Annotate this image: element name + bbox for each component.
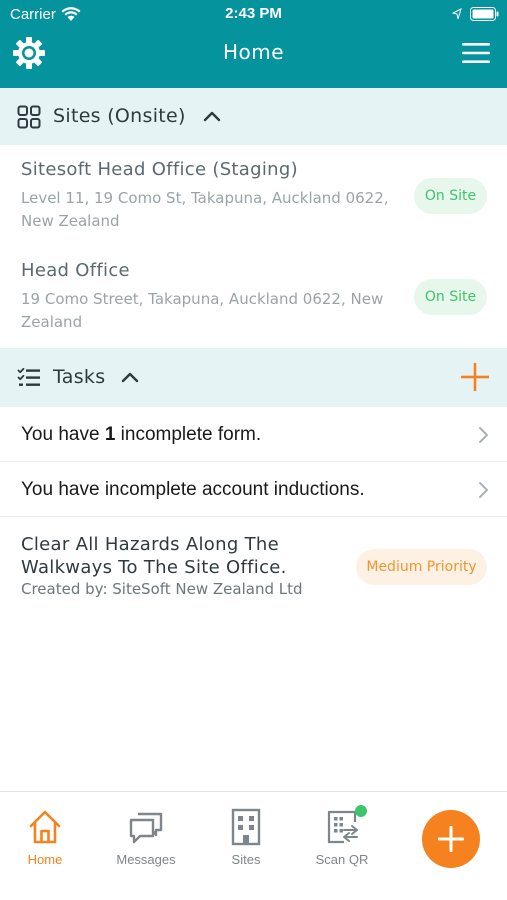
tab-label: Messages [116, 852, 176, 867]
incomplete-form-row[interactable]: You have 1 incomplete form. [0, 408, 507, 462]
tasks-section-title: Tasks [53, 366, 106, 388]
site-address: Level 11, 19 Como St, Takapuna, Auckland… [21, 189, 389, 230]
plus-icon [438, 826, 464, 852]
hazard-task-creator: Created by: SiteSoft New Zealand Ltd [21, 580, 303, 598]
site-name: Sitesoft Head Office (Staging) [21, 159, 298, 180]
site-item[interactable]: Head Office 19 Como Street, Takapuna, Au… [0, 246, 507, 346]
location-arrow-icon [452, 8, 462, 20]
on-site-badge: On Site [414, 279, 487, 315]
grid-icon [17, 105, 41, 129]
chevron-right-icon [479, 482, 488, 498]
site-address: 19 Como Street, Takapuna, Auckland 0622,… [21, 290, 384, 331]
add-fab-button[interactable] [422, 810, 480, 868]
chevron-up-icon[interactable] [203, 109, 221, 123]
qr-scan-icon [327, 810, 358, 844]
hamburger-menu-icon[interactable] [460, 40, 492, 66]
hazard-task-title: Clear All Hazards Along The Walkways To … [21, 534, 287, 578]
page-title: Home [222, 40, 285, 64]
tab-home[interactable]: Home [0, 808, 90, 867]
incomplete-form-count: 1 [104, 424, 116, 445]
battery-icon [470, 7, 499, 21]
status-bar: Carrier 2:43 PM [0, 0, 507, 30]
tab-bar: Home Messages Sites Scan QR [0, 791, 507, 900]
tasks-section-header[interactable]: Tasks [0, 348, 507, 407]
chat-icon [129, 812, 163, 844]
hazard-task-item[interactable]: Clear All Hazards Along The Walkways To … [0, 517, 507, 607]
incomplete-form-text: You have 1 incomplete form. [21, 424, 262, 445]
account-inductions-row[interactable]: You have incomplete account inductions. [0, 463, 507, 517]
priority-badge: Medium Priority [356, 549, 487, 585]
checklist-icon [17, 367, 40, 386]
chevron-right-icon [479, 427, 488, 443]
tab-label: Sites [231, 852, 261, 867]
notification-dot [355, 805, 367, 817]
site-item[interactable]: Sitesoft Head Office (Staging) Level 11,… [0, 145, 507, 245]
building-icon [231, 808, 261, 846]
tab-sites[interactable]: Sites [201, 808, 291, 867]
chevron-up-icon[interactable] [121, 370, 139, 384]
tab-messages[interactable]: Messages [101, 808, 191, 867]
sites-section-title: Sites (Onsite) [53, 105, 186, 127]
tab-label: Home [27, 852, 63, 867]
add-task-plus-icon[interactable] [459, 361, 491, 393]
site-name: Head Office [21, 260, 130, 281]
tab-label: Scan QR [315, 852, 369, 867]
home-icon [29, 810, 61, 844]
clock: 2:43 PM [225, 5, 282, 22]
on-site-badge: On Site [414, 178, 487, 214]
nav-bar: Home [0, 30, 507, 88]
tab-scan-qr[interactable]: Scan QR [297, 808, 387, 867]
sites-section-header[interactable]: Sites (Onsite) [0, 88, 507, 145]
account-inductions-text: You have incomplete account inductions. [21, 479, 365, 500]
